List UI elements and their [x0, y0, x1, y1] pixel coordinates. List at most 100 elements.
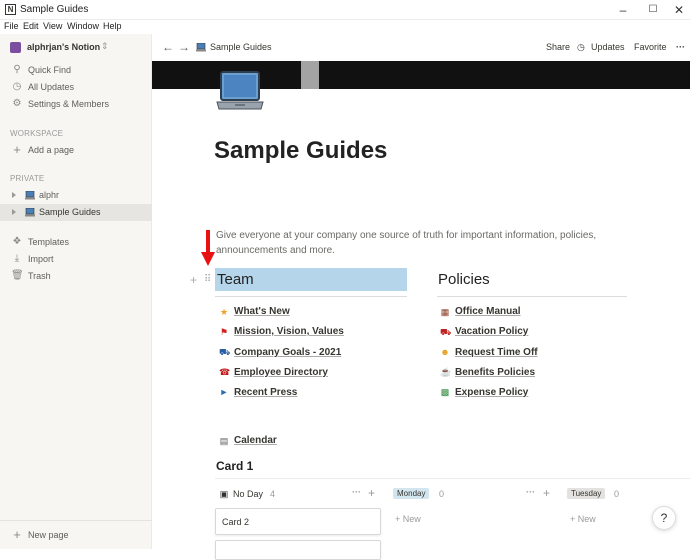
minimize-icon[interactable]: – [615, 2, 631, 18]
book-icon: ▦ [440, 307, 450, 317]
sidebar: alphrjan's Notion ⇕ ⚲ Quick Find ◷ All U… [0, 34, 152, 549]
team-link-press[interactable]: Recent Press [234, 387, 297, 398]
sidebar-section-private: PRIVATE [10, 174, 45, 183]
workspace-name: alphrjan's Notion [27, 42, 101, 52]
share-button[interactable]: Share [546, 42, 570, 52]
forward-arrow-icon[interactable]: → [178, 40, 190, 54]
breadcrumb[interactable]: Sample Guides [210, 42, 272, 52]
column-add-icon[interactable]: + [543, 486, 550, 500]
sidebar-item-label: New page [28, 530, 69, 540]
column-monday-tag: Monday [393, 488, 430, 499]
face-icon: ☻ [440, 347, 450, 357]
board-card[interactable] [215, 540, 381, 560]
page-title[interactable]: Sample Guides [214, 137, 387, 165]
trash-icon: 🗑 [11, 270, 24, 281]
menu-file[interactable]: File [4, 21, 19, 31]
sidebar-item-settings[interactable]: ⚙ Settings & Members [0, 96, 152, 113]
monday-new-button[interactable]: + New [395, 514, 421, 524]
gear-icon: ⚙ [12, 98, 22, 109]
menu-view[interactable]: View [43, 21, 62, 31]
column-add-icon[interactable]: + [368, 486, 375, 500]
notion-app-icon: N [5, 4, 16, 15]
menu-edit[interactable]: Edit [23, 21, 39, 31]
sidebar-item-quick-find[interactable]: ⚲ Quick Find [0, 62, 152, 79]
sidebar-item-sample-guides[interactable]: Sample Guides [0, 204, 152, 221]
page-icon-laptop[interactable] [215, 71, 265, 113]
menu-help[interactable]: Help [103, 21, 122, 31]
column-monday-count: 0 [439, 489, 445, 499]
more-options-button[interactable]: ··· [676, 42, 685, 52]
policies-divider [437, 296, 627, 297]
drag-handle-icon[interactable]: ⠿ [204, 274, 211, 285]
menu-bar: File Edit View Window Help [0, 20, 690, 34]
policies-link-time-off[interactable]: Request Time Off [455, 347, 538, 358]
sidebar-item-alphr[interactable]: alphr [0, 187, 152, 204]
sidebar-divider [0, 520, 152, 521]
column-more-icon[interactable]: ··· [526, 487, 535, 497]
sidebar-item-trash[interactable]: 🗑 Trash [0, 268, 152, 285]
policies-link-expense[interactable]: Expense Policy [455, 387, 528, 398]
updates-button[interactable]: Updates [591, 42, 625, 52]
close-icon[interactable]: ✕ [671, 2, 687, 18]
chevron-updown-icon: ⇕ [101, 41, 109, 51]
policies-link-vacation[interactable]: Vacation Policy [455, 326, 528, 337]
tuesday-new-button[interactable]: + New [570, 514, 596, 524]
sidebar-item-label: Add a page [28, 145, 75, 155]
search-icon: ⚲ [13, 64, 21, 75]
column-more-icon[interactable]: ··· [352, 487, 361, 497]
policies-link-office-manual[interactable]: Office Manual [455, 306, 521, 317]
expand-triangle-icon[interactable] [12, 209, 16, 215]
back-arrow-icon[interactable]: ← [162, 40, 174, 54]
sidebar-new-page[interactable]: + New page [0, 527, 152, 544]
sidebar-item-import[interactable]: ⤓ Import [0, 251, 152, 268]
page-description[interactable]: Give everyone at your company one source… [216, 228, 616, 258]
phone-icon: ☎ [219, 367, 231, 377]
team-heading[interactable]: Team [217, 271, 254, 288]
add-block-icon[interactable]: + [190, 273, 197, 287]
board-title[interactable]: Card 1 [216, 459, 253, 473]
board-card[interactable]: Card 2 [215, 508, 381, 535]
team-link-whats-new[interactable]: What's New [234, 306, 290, 317]
sidebar-item-label: Sample Guides [39, 207, 101, 217]
favorite-button[interactable]: Favorite [634, 42, 667, 52]
help-button[interactable]: ? [652, 506, 676, 530]
column-tuesday-count: 0 [614, 489, 620, 499]
templates-icon: ❖ [12, 236, 22, 247]
expand-triangle-icon[interactable] [12, 192, 16, 198]
menu-window[interactable]: Window [67, 21, 99, 31]
sidebar-item-label: Trash [28, 271, 51, 281]
megaphone-icon: ► [219, 387, 229, 397]
laptop-icon [25, 191, 35, 200]
policies-link-benefits[interactable]: Benefits Policies [455, 367, 535, 378]
team-divider [215, 296, 407, 297]
maximize-icon[interactable]: ☐ [645, 2, 661, 18]
sidebar-item-label: Import [28, 254, 54, 264]
inbox-icon: ▣ [219, 489, 229, 499]
clock-icon[interactable]: ◷ [577, 42, 585, 53]
sidebar-add-page[interactable]: + Add a page [0, 142, 152, 159]
red-arrow-annotation-icon [201, 230, 215, 266]
calendar-icon: ▤ [219, 436, 229, 446]
sidebar-item-all-updates[interactable]: ◷ All Updates [0, 79, 152, 96]
column-tuesday-tag: Tuesday [567, 488, 606, 499]
team-link-mission[interactable]: Mission, Vision, Values [234, 326, 344, 337]
laptop-icon [196, 43, 206, 52]
column-no-day-count: 4 [270, 489, 276, 499]
sidebar-item-label: All Updates [28, 82, 75, 92]
workspace-switcher[interactable]: alphrjan's Notion ⇕ [0, 34, 152, 60]
team-link-directory[interactable]: Employee Directory [234, 367, 328, 378]
plus-icon: + [13, 142, 21, 157]
laptop-icon [25, 208, 35, 217]
column-no-day-label: No Day [233, 489, 264, 499]
policies-heading[interactable]: Policies [438, 271, 490, 288]
clock-icon: ◷ [12, 81, 22, 92]
board-divider [215, 478, 690, 479]
sidebar-item-templates[interactable]: ❖ Templates [0, 234, 152, 251]
window-title: Sample Guides [20, 4, 89, 15]
car-icon: ⛟ [440, 327, 452, 337]
top-bar: ← → Sample Guides Share ◷ Updates Favori… [152, 34, 690, 61]
sidebar-section-workspace: WORKSPACE [10, 129, 64, 138]
calendar-link[interactable]: Calendar [234, 435, 277, 446]
cover-stripe [301, 61, 319, 89]
team-link-goals[interactable]: Company Goals - 2021 [234, 347, 341, 358]
